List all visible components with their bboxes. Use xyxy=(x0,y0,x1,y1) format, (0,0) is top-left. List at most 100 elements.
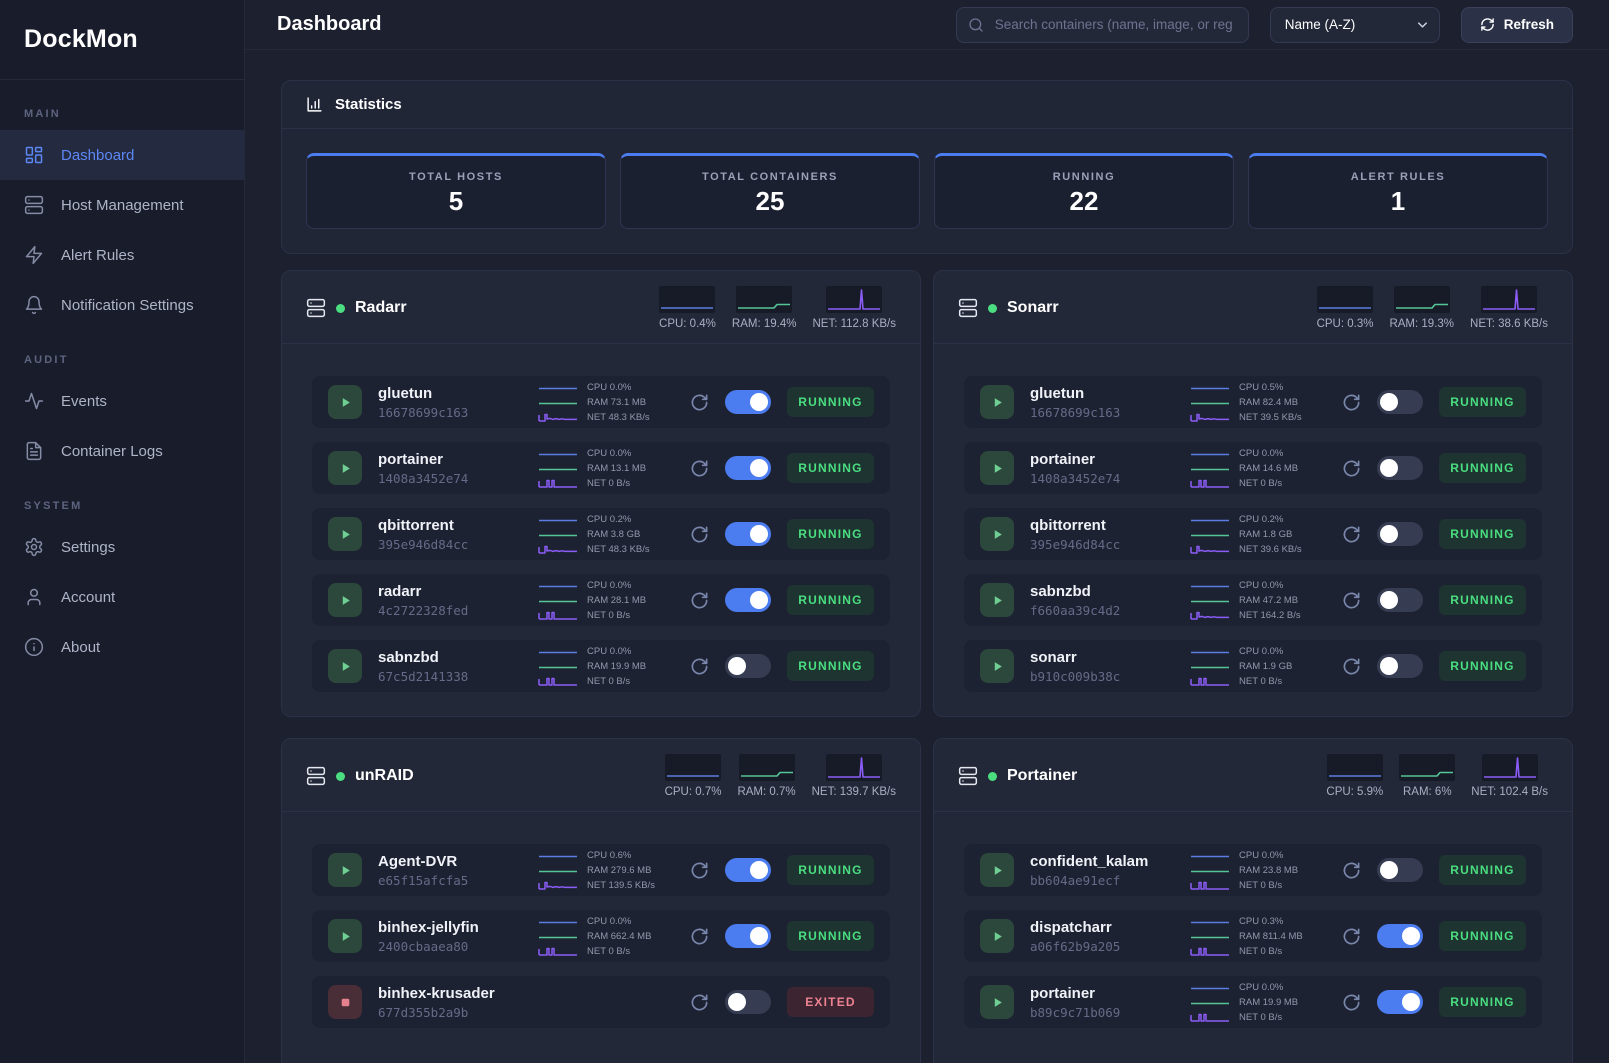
restart-icon[interactable] xyxy=(690,459,709,478)
container-play-button[interactable] xyxy=(328,649,362,683)
autorestart-toggle[interactable] xyxy=(1377,456,1423,480)
container-play-button[interactable] xyxy=(328,583,362,617)
container-row-binhex-krusader[interactable]: binhex-krusader677d355b2a9bEXITED xyxy=(312,976,890,1028)
container-play-button[interactable] xyxy=(328,451,362,485)
sidebar-item-account[interactable]: Account xyxy=(0,572,244,622)
container-cpu: CPU 0.0% xyxy=(587,916,631,927)
autorestart-toggle[interactable] xyxy=(1377,588,1423,612)
nav-section-label: AUDIT xyxy=(0,344,244,376)
container-play-button[interactable] xyxy=(980,451,1014,485)
restart-icon[interactable] xyxy=(690,591,709,610)
container-info: qbittorrent395e946d84cc xyxy=(1030,517,1120,552)
restart-icon[interactable] xyxy=(690,393,709,412)
container-row-confident-kalam[interactable]: confident_kalambb604ae91ecfCPU 0.0%RAM 2… xyxy=(964,844,1542,896)
container-id: f660aa39c4d2 xyxy=(1030,604,1120,618)
sidebar-item-settings[interactable]: Settings xyxy=(0,522,244,572)
autorestart-toggle[interactable] xyxy=(725,858,771,882)
sidebar-item-alert-rules[interactable]: Alert Rules xyxy=(0,230,244,280)
host-title: Radarr xyxy=(306,298,407,318)
container-play-button[interactable] xyxy=(328,385,362,419)
container-row-portainer[interactable]: portainerb89c9c71b069CPU 0.0%RAM 19.9 MB… xyxy=(964,976,1542,1028)
sidebar-item-host-management[interactable]: Host Management xyxy=(0,180,244,230)
autorestart-toggle[interactable] xyxy=(1377,522,1423,546)
container-stop-button[interactable] xyxy=(328,985,362,1019)
sidebar-item-notification-settings[interactable]: Notification Settings xyxy=(0,280,244,330)
stat-label: TOTAL CONTAINERS xyxy=(702,171,838,183)
toggle-knob xyxy=(1380,525,1398,543)
container-play-button[interactable] xyxy=(980,517,1014,551)
sidebar-item-dashboard[interactable]: Dashboard xyxy=(0,130,244,180)
autorestart-toggle[interactable] xyxy=(725,588,771,612)
container-row-sabnzbd[interactable]: sabnzbdf660aa39c4d2CPU 0.0%RAM 47.2 MBNE… xyxy=(964,574,1542,626)
restart-icon[interactable] xyxy=(690,927,709,946)
autorestart-toggle[interactable] xyxy=(1377,390,1423,414)
restart-icon[interactable] xyxy=(1342,525,1361,544)
container-row-qbittorrent[interactable]: qbittorrent395e946d84ccCPU 0.2%RAM 1.8 G… xyxy=(964,508,1542,560)
container-row-portainer[interactable]: portainer1408a3452e74CPU 0.0%RAM 14.6 MB… xyxy=(964,442,1542,494)
status-badge: RUNNING xyxy=(1439,585,1526,615)
sidebar-item-events[interactable]: Events xyxy=(0,376,244,426)
container-name: confident_kalam xyxy=(1030,853,1148,871)
autorestart-toggle[interactable] xyxy=(1377,924,1423,948)
container-play-button[interactable] xyxy=(980,385,1014,419)
autorestart-toggle[interactable] xyxy=(725,390,771,414)
container-play-button[interactable] xyxy=(328,853,362,887)
host-card-header: unRAIDCPU: 0.7%RAM: 0.7%NET: 139.7 KB/s xyxy=(282,739,920,812)
container-row-qbittorrent[interactable]: qbittorrent395e946d84ccCPU 0.2%RAM 3.8 G… xyxy=(312,508,890,560)
host-cpu-sparkline xyxy=(665,754,721,781)
restart-icon[interactable] xyxy=(690,657,709,676)
container-row-portainer[interactable]: portainer1408a3452e74CPU 0.0%RAM 13.1 MB… xyxy=(312,442,890,494)
host-body: Agent-DVRe65f15afcfa5CPU 0.6%RAM 279.6 M… xyxy=(282,812,920,1052)
refresh-button[interactable]: Refresh xyxy=(1461,7,1573,43)
autorestart-toggle[interactable] xyxy=(725,654,771,678)
host-ram-chart-group: RAM: 19.3% xyxy=(1389,286,1454,330)
sidebar-item-label: Settings xyxy=(61,539,115,556)
restart-icon[interactable] xyxy=(1342,657,1361,676)
restart-icon[interactable] xyxy=(690,993,709,1012)
restart-icon[interactable] xyxy=(1342,993,1361,1012)
container-row-agent-dvr[interactable]: Agent-DVRe65f15afcfa5CPU 0.6%RAM 279.6 M… xyxy=(312,844,890,896)
container-play-button[interactable] xyxy=(328,919,362,953)
container-info: binhex-krusader677d355b2a9b xyxy=(378,985,495,1020)
sidebar-item-container-logs[interactable]: Container Logs xyxy=(0,426,244,476)
sort-dropdown[interactable]: Name (A-Z) xyxy=(1270,7,1440,43)
container-row-binhex-jellyfin[interactable]: binhex-jellyfin2400cbaaea80CPU 0.0%RAM 6… xyxy=(312,910,890,962)
toggle-knob xyxy=(1380,591,1398,609)
container-info: radarr4c2722328fed xyxy=(378,583,468,618)
restart-icon[interactable] xyxy=(1342,393,1361,412)
autorestart-toggle[interactable] xyxy=(725,924,771,948)
container-row-gluetun[interactable]: gluetun16678699c163CPU 0.0%RAM 73.1 MBNE… xyxy=(312,376,890,428)
toggle-knob xyxy=(750,525,768,543)
container-play-button[interactable] xyxy=(980,853,1014,887)
container-play-button[interactable] xyxy=(980,919,1014,953)
container-play-button[interactable] xyxy=(328,517,362,551)
restart-icon[interactable] xyxy=(1342,459,1361,478)
container-play-button[interactable] xyxy=(980,583,1014,617)
zap-icon xyxy=(24,245,44,265)
restart-icon[interactable] xyxy=(690,525,709,544)
restart-icon[interactable] xyxy=(1342,591,1361,610)
container-row-sonarr[interactable]: sonarrb910c009b38cCPU 0.0%RAM 1.9 GBNET … xyxy=(964,640,1542,692)
host-cpu-sparkline xyxy=(659,286,715,313)
container-row-sabnzbd[interactable]: sabnzbd67c5d2141338CPU 0.0%RAM 19.9 MBNE… xyxy=(312,640,890,692)
toggle-knob xyxy=(1402,927,1420,945)
restart-icon[interactable] xyxy=(1342,861,1361,880)
autorestart-toggle[interactable] xyxy=(725,522,771,546)
container-play-button[interactable] xyxy=(980,649,1014,683)
search-input[interactable] xyxy=(956,7,1249,43)
container-row-gluetun[interactable]: gluetun16678699c163CPU 0.5%RAM 82.4 MBNE… xyxy=(964,376,1542,428)
sidebar-item-about[interactable]: About xyxy=(0,622,244,672)
autorestart-toggle[interactable] xyxy=(1377,654,1423,678)
container-row-radarr[interactable]: radarr4c2722328fedCPU 0.0%RAM 28.1 MBNET… xyxy=(312,574,890,626)
container-play-button[interactable] xyxy=(980,985,1014,1019)
restart-icon[interactable] xyxy=(690,861,709,880)
host-net-chart-group: NET: 38.6 KB/s xyxy=(1470,286,1548,330)
autorestart-toggle[interactable] xyxy=(1377,990,1423,1014)
container-ram: RAM 1.8 GB xyxy=(1239,529,1292,540)
container-metrics: CPU 0.0%RAM 19.9 MBNET 0 B/s xyxy=(538,644,674,688)
restart-icon[interactable] xyxy=(1342,927,1361,946)
autorestart-toggle[interactable] xyxy=(725,990,771,1014)
container-row-dispatcharr[interactable]: dispatcharra06f62b9a205CPU 0.3%RAM 811.4… xyxy=(964,910,1542,962)
autorestart-toggle[interactable] xyxy=(1377,858,1423,882)
autorestart-toggle[interactable] xyxy=(725,456,771,480)
